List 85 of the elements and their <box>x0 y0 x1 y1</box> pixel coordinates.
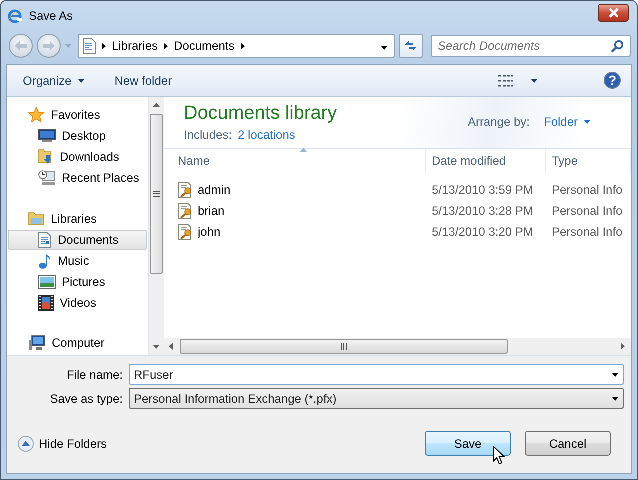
view-menu[interactable] <box>498 74 538 86</box>
scroll-down-icon <box>153 345 160 349</box>
navigation-item[interactable]: Computer <box>8 333 147 353</box>
chevron-icon <box>164 42 168 50</box>
folder-icon <box>28 212 45 226</box>
file-name[interactable]: admin <box>198 182 231 196</box>
column-header[interactable]: Type <box>546 149 631 173</box>
library-title: Documents library <box>184 103 338 125</box>
navigation-item[interactable]: Recent Places <box>8 168 147 188</box>
organize-menu[interactable]: Organize <box>23 74 85 88</box>
type-cell-text: Personal Info <box>551 182 624 196</box>
close-icon <box>608 8 620 18</box>
horizontal-scrollbar[interactable] <box>164 338 631 355</box>
certificate-file-icon <box>178 224 194 240</box>
navigation-item[interactable]: Videos <box>8 293 147 313</box>
date-cell-text: 5/13/2010 3:59 PM <box>431 182 534 196</box>
vertical-scrollbar[interactable] <box>149 97 164 355</box>
arrange-by-dropdown[interactable]: Folder <box>544 115 591 129</box>
arrange-by-label: Arrange by: <box>468 115 530 129</box>
certificate-file-icon <box>178 182 194 198</box>
navigation-item[interactable]: Desktop <box>8 126 147 146</box>
file-name[interactable]: brian <box>198 204 225 218</box>
film-icon <box>38 295 54 311</box>
recent-places-icon <box>38 170 56 186</box>
scroll-up-icon <box>153 103 160 107</box>
file-name-label: File name: <box>66 368 123 382</box>
scroll-left-icon <box>169 343 173 350</box>
date-cell-text: 5/13/2010 3:20 PM <box>431 224 534 238</box>
chevron-icon <box>240 42 245 50</box>
navigation-item[interactable]: Downloads <box>8 147 147 167</box>
help-icon[interactable] <box>604 72 621 89</box>
browser-logo-icon <box>7 8 23 24</box>
search-field[interactable]: Search Documents <box>431 35 631 57</box>
navigation-item[interactable]: Favorites <box>8 105 147 125</box>
dropdown-caret-icon <box>612 372 619 376</box>
caret-icon <box>584 120 591 124</box>
date-cell-text: 5/13/2010 3:28 PM <box>431 204 534 218</box>
search-icon <box>611 40 624 52</box>
music-note-icon <box>38 253 52 269</box>
type-cell-text: Personal Info <box>551 204 624 218</box>
hide-folders-button[interactable]: Hide Folders <box>18 436 108 452</box>
grip-icon <box>153 191 160 197</box>
back-arrow-icon <box>15 41 27 51</box>
download-folder-icon <box>38 149 54 165</box>
close-button[interactable] <box>598 4 629 22</box>
file-name[interactable]: john <box>198 224 221 238</box>
file-name-field[interactable]: RFuser <box>129 364 624 385</box>
forward-arrow-icon <box>43 41 55 51</box>
dropdown-caret-icon <box>612 396 619 400</box>
caret-icon <box>531 78 538 82</box>
navigation-item[interactable]: Pictures <box>8 272 147 292</box>
breadcrumb[interactable]: Documents <box>174 39 235 53</box>
history-caret-icon <box>65 44 72 48</box>
column-header[interactable]: Date modified <box>426 149 546 173</box>
monitor-icon <box>38 129 56 143</box>
star-icon <box>28 107 45 123</box>
chevron-icon <box>102 42 106 50</box>
cancel-button[interactable]: Cancel <box>525 431 611 456</box>
computer-icon <box>28 335 46 351</box>
certificate-file-icon <box>178 202 194 218</box>
address-bar[interactable]: Libraries Documents <box>78 34 395 58</box>
caret-icon <box>78 78 85 82</box>
navigation-item[interactable]: Libraries <box>8 209 147 229</box>
includes-label: Includes: <box>184 128 232 142</box>
save-button[interactable]: Save <box>425 431 511 456</box>
locations-link[interactable]: 2 locations <box>238 128 296 142</box>
new-folder-button[interactable]: New folder <box>114 74 172 88</box>
type-cell-text: Personal Info <box>551 224 624 238</box>
dropdown-caret-icon <box>381 46 388 50</box>
grip-icon <box>340 343 348 350</box>
document-icon <box>38 232 52 248</box>
page-icon <box>83 38 96 54</box>
save-as-type-dropdown[interactable]: Personal Information Exchange (*.pfx) <box>129 388 624 409</box>
window-title: Save As <box>29 9 74 23</box>
mouse-cursor-icon <box>493 446 505 465</box>
details-view-icon <box>498 74 513 86</box>
navigation-item[interactable]: Music <box>8 251 147 271</box>
save-as-type-label: Save as type: <box>49 392 123 406</box>
scroll-right-icon <box>621 343 625 350</box>
navigation-item[interactable]: Documents <box>8 230 147 250</box>
collapse-icon <box>18 436 34 452</box>
picture-icon <box>38 275 56 289</box>
breadcrumb[interactable]: Libraries <box>112 39 158 53</box>
refresh-icon <box>404 39 418 53</box>
refresh-button[interactable] <box>399 34 423 58</box>
